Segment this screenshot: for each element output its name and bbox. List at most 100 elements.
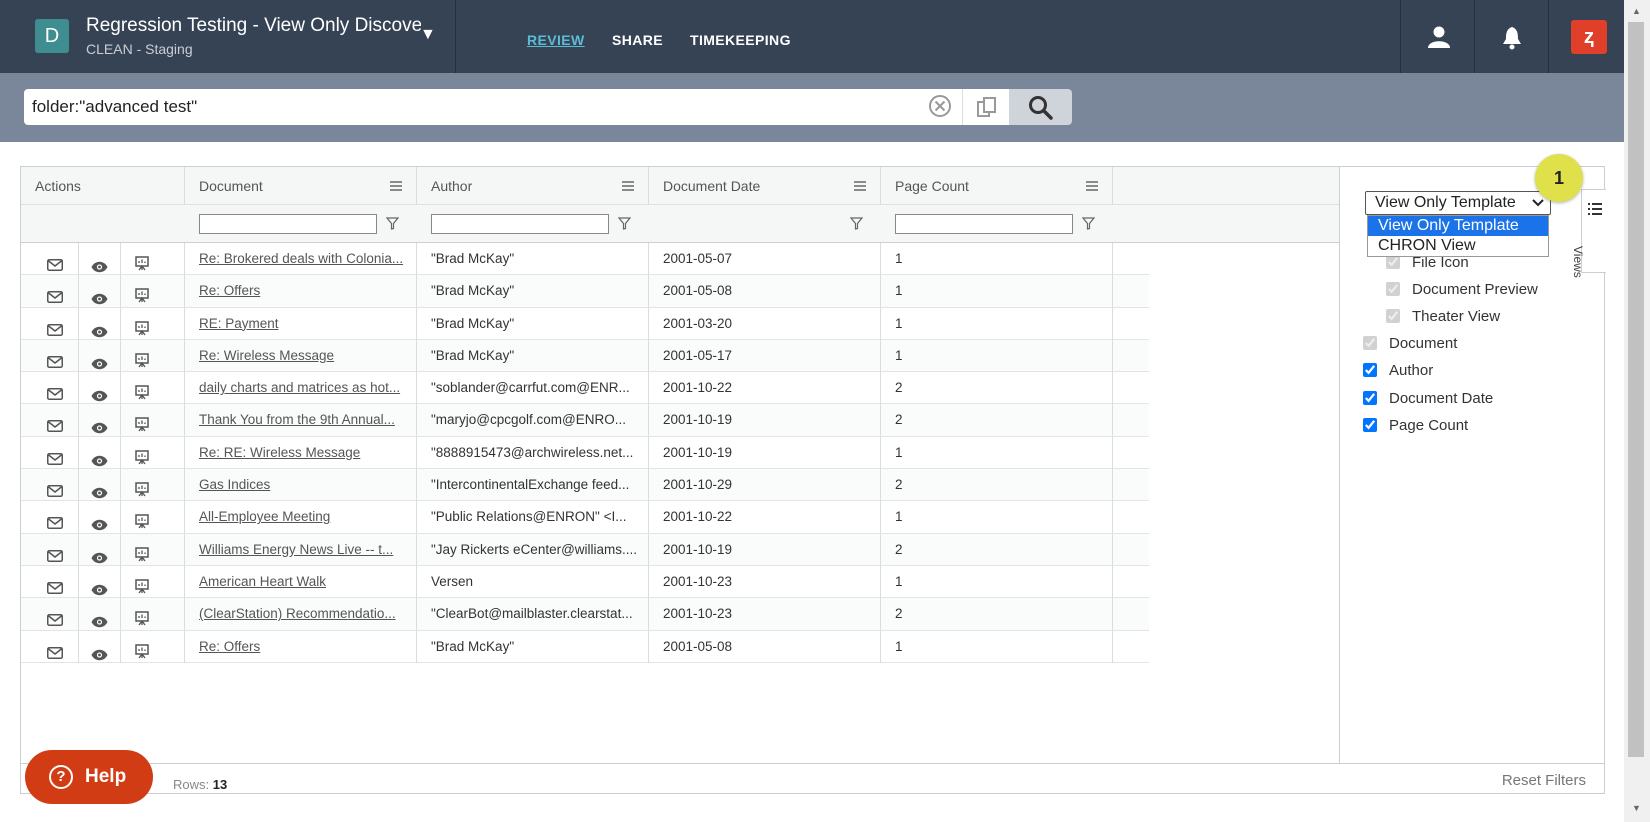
- caret-down-icon[interactable]: ▼: [420, 26, 436, 44]
- search-input[interactable]: [32, 93, 912, 121]
- eye-icon[interactable]: [91, 447, 108, 469]
- theater-view-icon[interactable]: [135, 316, 149, 340]
- document-link[interactable]: All-Employee Meeting: [185, 501, 417, 534]
- checkbox[interactable]: [1363, 391, 1377, 405]
- search-button[interactable]: [1009, 89, 1072, 125]
- checkbox[interactable]: [1363, 418, 1377, 432]
- filter-icon[interactable]: [386, 217, 399, 230]
- table-row[interactable]: Re: Offers "Brad McKay" 2001-05-08 1: [21, 275, 1149, 308]
- copy-search-button[interactable]: [962, 89, 1009, 125]
- theater-view-icon[interactable]: [135, 380, 149, 404]
- column-menu-icon[interactable]: [390, 181, 402, 191]
- page-scrollbar[interactable]: ▲ ▼: [1624, 0, 1650, 822]
- table-row[interactable]: (ClearStation) Recommendatio... "ClearBot…: [21, 598, 1149, 631]
- theater-view-icon[interactable]: [135, 477, 149, 501]
- view-column-theater-view[interactable]: Theater View: [1386, 308, 1500, 325]
- brand-button[interactable]: ⱬ: [1548, 0, 1622, 73]
- document-link[interactable]: Williams Energy News Live -- t...: [185, 533, 417, 566]
- theater-view-icon[interactable]: [135, 606, 149, 630]
- view-column-document-preview[interactable]: Document Preview: [1386, 281, 1538, 298]
- document-link[interactable]: RE: Payment: [185, 307, 417, 340]
- filter-icon[interactable]: [618, 217, 631, 230]
- eye-icon[interactable]: [91, 576, 108, 598]
- table-row[interactable]: Re: Wireless Message "Brad McKay" 2001-05-…: [21, 339, 1149, 373]
- eye-icon[interactable]: [91, 253, 108, 275]
- table-row[interactable]: daily charts and matrices as hot... "sobl…: [21, 372, 1149, 405]
- email-icon[interactable]: [47, 283, 63, 307]
- view-column-document-date[interactable]: Document Date: [1363, 390, 1493, 407]
- document-link[interactable]: Re: Offers: [185, 275, 417, 308]
- view-column-author[interactable]: Author: [1363, 362, 1433, 379]
- email-icon[interactable]: [47, 542, 63, 566]
- theater-view-icon[interactable]: [135, 445, 149, 469]
- table-row[interactable]: Re: RE: Wireless Message "8888915473@arch…: [21, 436, 1149, 470]
- checkbox[interactable]: [1386, 255, 1400, 269]
- theater-view-icon[interactable]: [135, 639, 149, 663]
- eye-icon[interactable]: [91, 511, 108, 533]
- clear-search-icon[interactable]: [928, 94, 952, 118]
- email-icon[interactable]: [47, 574, 63, 598]
- filter-document-input[interactable]: [199, 214, 377, 234]
- scroll-up-icon[interactable]: ▲: [1632, 6, 1641, 16]
- email-icon[interactable]: [47, 412, 63, 436]
- project-selector[interactable]: D Regression Testing - View Only Discove…: [0, 0, 456, 73]
- eye-icon[interactable]: [91, 350, 108, 372]
- column-menu-icon[interactable]: [854, 181, 866, 191]
- filter-icon[interactable]: [850, 217, 863, 230]
- filter-page-count-input[interactable]: [895, 214, 1073, 234]
- email-icon[interactable]: [47, 639, 63, 663]
- view-column-document[interactable]: Document: [1363, 335, 1457, 352]
- table-row[interactable]: Re: Brokered deals with Colonia... "Brad …: [21, 243, 1149, 276]
- col-header-page-count[interactable]: Page Count: [881, 167, 1113, 205]
- nav-review[interactable]: REVIEW: [527, 32, 585, 48]
- column-menu-icon[interactable]: [622, 181, 634, 191]
- checkbox[interactable]: [1386, 309, 1400, 323]
- option-chron-view[interactable]: CHRON View: [1368, 236, 1548, 256]
- email-icon[interactable]: [47, 316, 63, 340]
- nav-share[interactable]: SHARE: [612, 32, 663, 48]
- eye-icon[interactable]: [91, 285, 108, 307]
- table-row[interactable]: Re: Offers "Brad McKay" 2001-05-08 1: [21, 630, 1149, 663]
- email-icon[interactable]: [47, 445, 63, 469]
- help-button[interactable]: ? Help: [25, 750, 153, 804]
- theater-view-icon[interactable]: [135, 574, 149, 598]
- document-link[interactable]: American Heart Walk: [185, 565, 417, 598]
- email-icon[interactable]: [47, 348, 63, 372]
- table-row[interactable]: Williams Energy News Live -- t... "Jay Ri…: [21, 533, 1149, 566]
- table-row[interactable]: American Heart Walk Versen 2001-10-23 1: [21, 565, 1149, 599]
- checkbox[interactable]: [1386, 282, 1400, 296]
- scrollbar-thumb[interactable]: [1628, 22, 1644, 757]
- theater-view-icon[interactable]: [135, 542, 149, 566]
- col-header-document-date[interactable]: Document Date: [649, 167, 881, 205]
- notifications-button[interactable]: [1474, 0, 1548, 73]
- document-link[interactable]: Re: Brokered deals with Colonia...: [185, 243, 417, 275]
- nav-timekeeping[interactable]: TIMEKEEPING: [690, 32, 791, 48]
- filter-icon[interactable]: [1082, 217, 1095, 230]
- table-row[interactable]: Gas Indices "IntercontinentalExchange fee…: [21, 469, 1149, 502]
- views-tab[interactable]: Views: [1571, 189, 1606, 278]
- theater-view-icon[interactable]: [135, 348, 149, 372]
- checkbox[interactable]: [1363, 363, 1377, 377]
- email-icon[interactable]: [47, 509, 63, 533]
- scroll-down-icon[interactable]: ▼: [1632, 803, 1641, 813]
- eye-icon[interactable]: [91, 318, 108, 340]
- table-row[interactable]: All-Employee Meeting "Public Relations@EN…: [21, 501, 1149, 534]
- document-link[interactable]: Re: Wireless Message: [185, 339, 417, 372]
- document-link[interactable]: Gas Indices: [185, 469, 417, 502]
- filter-author-input[interactable]: [431, 214, 609, 234]
- theater-view-icon[interactable]: [135, 509, 149, 533]
- reset-filters-button[interactable]: Reset Filters: [1502, 772, 1586, 789]
- eye-icon[interactable]: [91, 641, 108, 663]
- email-icon[interactable]: [47, 477, 63, 501]
- eye-icon[interactable]: [91, 544, 108, 566]
- email-icon[interactable]: [47, 380, 63, 404]
- col-header-document[interactable]: Document: [185, 167, 417, 205]
- email-icon[interactable]: [47, 251, 63, 275]
- checkbox[interactable]: [1363, 336, 1377, 350]
- email-icon[interactable]: [47, 606, 63, 630]
- user-button[interactable]: [1400, 0, 1474, 73]
- option-view-only-template[interactable]: View Only Template: [1368, 216, 1548, 236]
- theater-view-icon[interactable]: [135, 251, 149, 275]
- view-column-page-count[interactable]: Page Count: [1363, 417, 1468, 434]
- column-menu-icon[interactable]: [1086, 181, 1098, 191]
